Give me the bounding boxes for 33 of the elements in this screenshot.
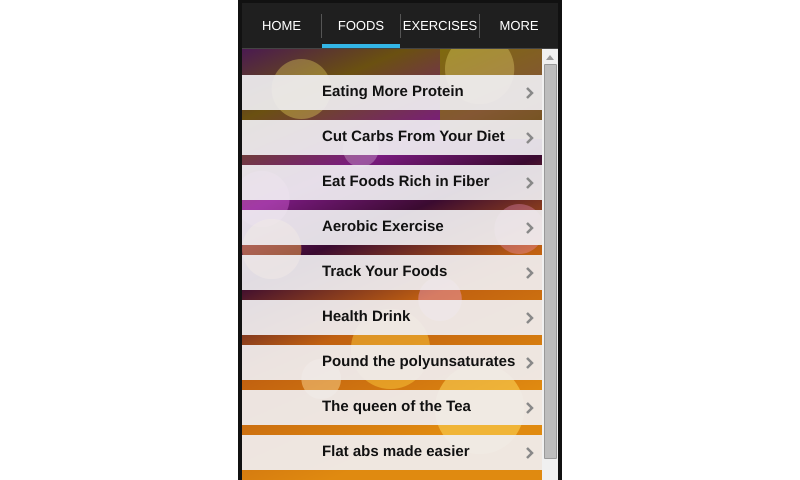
item-label: Eating More Protein	[322, 82, 464, 102]
item-label: Cut Carbs From Your Diet	[322, 127, 505, 148]
list-item[interactable]: Eat Foods Rich in Fiber	[242, 165, 542, 200]
list-item[interactable]: Cut Carbs From Your Diet	[242, 120, 542, 155]
list-item[interactable]: Aerobic Exercise	[242, 210, 542, 245]
chevron-right-icon	[526, 177, 534, 189]
chevron-right-icon	[526, 267, 534, 279]
list-item[interactable]: Eating More Protein	[242, 75, 542, 110]
item-label: The queen of the Tea	[322, 397, 471, 418]
list-item[interactable]: Flat abs made easier	[242, 435, 542, 470]
item-label: Aerobic Exercise	[322, 217, 444, 238]
item-label: Health Drink	[322, 307, 410, 328]
chevron-right-icon	[526, 312, 534, 324]
chevron-right-icon	[526, 222, 534, 234]
list-item[interactable]: The queen of the Tea	[242, 390, 542, 425]
nav-tab[interactable]: EXERCISES	[401, 3, 479, 48]
nav-tab[interactable]: HOME	[242, 3, 321, 48]
scrollbar-thumb[interactable]	[544, 64, 556, 459]
list-item[interactable]: Pound the polyunsaturates	[242, 345, 542, 380]
item-label: Flat abs made easier	[322, 442, 470, 462]
chevron-right-icon	[526, 87, 534, 99]
chevron-right-icon	[526, 132, 534, 144]
chevron-right-icon	[526, 357, 534, 369]
list-item[interactable]: Track Your Foods	[242, 255, 542, 290]
scroll-up-icon[interactable]	[546, 55, 554, 60]
chevron-right-icon	[526, 447, 534, 459]
item-label: Track Your Foods	[322, 262, 448, 282]
nav-tab[interactable]: MORE	[480, 3, 558, 48]
list-item[interactable]: Health Drink	[242, 300, 542, 335]
item-label: Eat Foods Rich in Fiber	[322, 172, 490, 192]
scrollbar[interactable]	[542, 49, 558, 480]
chevron-right-icon	[526, 402, 534, 414]
item-label: Pound the polyunsaturates	[322, 352, 516, 372]
